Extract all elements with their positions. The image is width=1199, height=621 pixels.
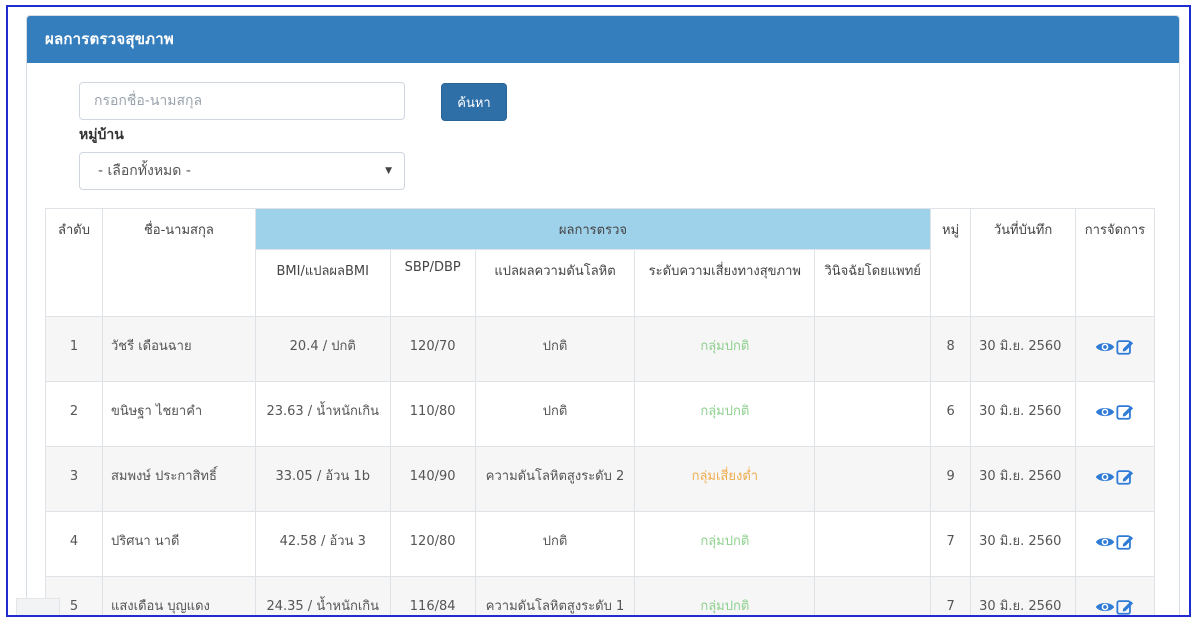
table-row: 4 ปริศนา นาดี 42.58 / อ้วน 3 120/80 ปกติ… — [45, 511, 1156, 577]
edit-icon[interactable] — [1115, 403, 1135, 421]
cell-bp-result: ความดันโลหิตสูงระดับ 2 — [474, 446, 636, 512]
eye-icon[interactable] — [1095, 533, 1115, 551]
table-row: 2 ขนิษฐา ไชยาคำ 23.63 / น้ำหนักเกิน 110/… — [45, 381, 1156, 447]
cell-date: 30 มิ.ย. 2560 — [970, 446, 1076, 512]
village-select[interactable]: - เลือกทั้งหมด - ▼ — [79, 152, 405, 190]
cell-date: 30 มิ.ย. 2560 — [970, 316, 1076, 382]
cell-actions — [1074, 316, 1156, 382]
cell-risk: กลุ่มปกติ — [634, 381, 816, 447]
cell-sbp: 110/80 — [389, 381, 476, 447]
results-table: ลำดับ ชื่อ-นามสกุล ผลการตรวจ หมู่ วันที่… — [45, 208, 1156, 616]
table-row: 5 แสงเดือน บุญแดง 24.35 / น้ำหนักเกิน 11… — [45, 576, 1156, 616]
cell-village: 7 — [930, 511, 972, 577]
header-village: หมู่ — [930, 208, 972, 317]
cell-risk: กลุ่มเสี่ยงต่ำ — [634, 446, 816, 512]
cell-diagnosis — [814, 381, 932, 447]
cell-bmi: 23.63 / น้ำหนักเกิน — [254, 381, 391, 447]
cell-risk: กลุ่มปกติ — [634, 316, 816, 382]
header-manage: การจัดการ — [1074, 208, 1156, 317]
cell-name: วัชรี เดือนฉาย — [101, 316, 256, 382]
cell-name: สมพงษ์ ประกาสิทธิ์ — [101, 446, 256, 512]
cell-name: แสงเดือน บุญแดง — [101, 576, 256, 615]
header-sbp: SBP/DBP — [389, 249, 476, 317]
cell-bmi: 20.4 / ปกติ — [254, 316, 391, 382]
edit-icon[interactable] — [1115, 338, 1135, 356]
caret-down-icon: ▼ — [385, 166, 392, 176]
search-button[interactable]: ค้นหา — [441, 83, 507, 121]
cell-actions — [1074, 511, 1156, 577]
edit-icon[interactable] — [1115, 533, 1135, 551]
cell-no: 4 — [45, 511, 103, 577]
cell-actions — [1074, 446, 1156, 512]
cell-diagnosis — [814, 511, 932, 577]
header-bmi: BMI/แปลผลBMI — [254, 249, 391, 317]
cell-sbp: 120/80 — [389, 511, 476, 577]
cell-bp-result: ปกติ — [474, 381, 636, 447]
cell-bp-result: ปกติ — [474, 511, 636, 577]
cell-no: 1 — [45, 316, 103, 382]
cell-actions — [1074, 381, 1156, 447]
table-row: 3 สมพงษ์ ประกาสิทธิ์ 33.05 / อ้วน 1b 140… — [45, 446, 1156, 512]
cell-risk: กลุ่มปกติ — [634, 511, 816, 577]
cell-sbp: 120/70 — [389, 316, 476, 382]
cell-village: 9 — [930, 446, 972, 512]
cell-village: 8 — [930, 316, 972, 382]
header-no: ลำดับ — [45, 208, 103, 317]
cell-village: 6 — [930, 381, 972, 447]
village-select-value: - เลือกทั้งหมด - — [98, 163, 191, 179]
cell-bp-result: ปกติ — [474, 316, 636, 382]
cell-bmi: 24.35 / น้ำหนักเกิน — [254, 576, 391, 615]
cell-actions — [1074, 576, 1156, 616]
cell-diagnosis — [814, 446, 932, 512]
cell-date: 30 มิ.ย. 2560 — [970, 381, 1076, 447]
results-panel: ผลการตรวจสุขภาพ ค้นหา หมู่บ้าน - เลือกทั… — [26, 15, 1180, 616]
edit-icon[interactable] — [1115, 598, 1135, 616]
eye-icon[interactable] — [1095, 598, 1115, 616]
corner-tab — [16, 598, 60, 615]
cell-date: 30 มิ.ย. 2560 — [970, 511, 1076, 577]
cell-date: 30 มิ.ย. 2560 — [970, 576, 1076, 615]
cell-no: 2 — [45, 381, 103, 447]
screenshot-frame: ผลการตรวจสุขภาพ ค้นหา หมู่บ้าน - เลือกทั… — [6, 5, 1191, 617]
table-row: 1 วัชรี เดือนฉาย 20.4 / ปกติ 120/70 ปกติ… — [45, 316, 1156, 382]
edit-icon[interactable] — [1115, 468, 1135, 486]
cell-sbp: 140/90 — [389, 446, 476, 512]
cell-sbp: 116/84 — [389, 576, 476, 615]
header-results-group: ผลการตรวจ — [254, 208, 932, 250]
cell-bp-result: ความดันโลหิตสูงระดับ 1 — [474, 576, 636, 615]
search-input[interactable] — [79, 82, 405, 120]
cell-name: ปริศนา นาดี — [101, 511, 256, 577]
header-name: ชื่อ-นามสกุล — [101, 208, 256, 317]
cell-bmi: 33.05 / อ้วน 1b — [254, 446, 391, 512]
header-date: วันที่บันทึก — [970, 208, 1076, 317]
cell-diagnosis — [814, 576, 932, 615]
village-label: หมู่บ้าน — [79, 127, 124, 143]
cell-village: 7 — [930, 576, 972, 615]
header-bp-result: แปลผลความดันโลหิต — [474, 249, 636, 317]
cell-no: 3 — [45, 446, 103, 512]
header-diagnosis: วินิจฉัยโดยแพทย์ — [814, 249, 932, 317]
cell-bmi: 42.58 / อ้วน 3 — [254, 511, 391, 577]
eye-icon[interactable] — [1095, 338, 1115, 356]
eye-icon[interactable] — [1095, 468, 1115, 486]
cell-diagnosis — [814, 316, 932, 382]
cell-risk: กลุ่มปกติ — [634, 576, 816, 615]
cell-name: ขนิษฐา ไชยาคำ — [101, 381, 256, 447]
panel-title: ผลการตรวจสุขภาพ — [27, 16, 1179, 63]
eye-icon[interactable] — [1095, 403, 1115, 421]
header-risk: ระดับความเสี่ยงทางสุขภาพ — [634, 249, 816, 317]
